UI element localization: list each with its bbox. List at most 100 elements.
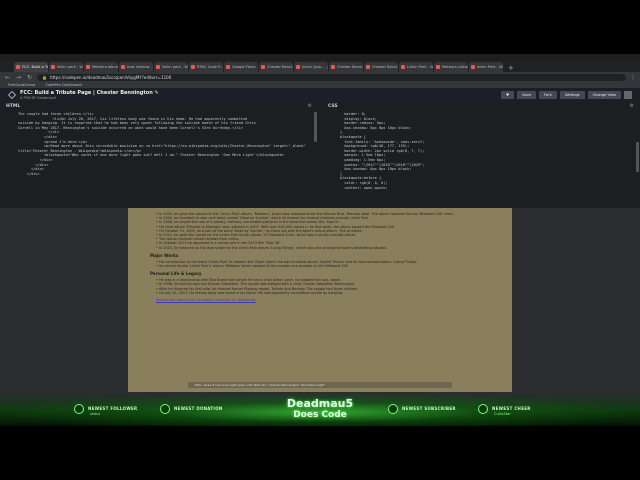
follower-label: NEWEST FOLLOWER [88, 406, 138, 411]
stream-title-line2: Does Code [293, 410, 347, 420]
fork-button[interactable]: Fork [539, 91, 557, 99]
section-heading: Personal Life & Legacy [150, 271, 202, 277]
stream-title-line1: Deadmau5 [286, 397, 354, 410]
scrollbar[interactable] [314, 112, 317, 142]
list-item: In 2015, he featured on the lead single … [156, 246, 484, 250]
quote-block: "Who cares if one more light goes out? W… [188, 382, 452, 388]
url-text: https://codepen.io/deadmau5sco/pen/VaygM… [49, 74, 172, 80]
pen-author: A PEN BY Deadmau5 [20, 96, 57, 100]
tab-label: Justin (Jojo... [302, 65, 325, 69]
browser-tab[interactable]: RTNC Code P...× [189, 62, 223, 72]
tab-label: Google Fonts [232, 65, 256, 69]
forward-icon[interactable]: → [15, 74, 22, 81]
cheer-value: CurloStar [494, 412, 511, 416]
favicon-icon [16, 65, 20, 69]
browser-tab[interactable]: Meteora (album...× [434, 62, 468, 72]
change-view-button[interactable]: Change View [587, 91, 621, 99]
wikipedia-link[interactable]: Read more about this incredible musician… [156, 298, 484, 302]
html-editor-header: HTML ⚙ [0, 102, 318, 110]
css-editor-header: CSS ⚙ [322, 102, 640, 110]
favicon-icon [86, 65, 90, 69]
favicon-icon [401, 65, 405, 69]
follower-value: shdcs [90, 412, 101, 416]
editor-area: HTML ⚙ The couple had three children.</l… [0, 102, 640, 208]
favicon-icon [226, 65, 230, 69]
browser-menu-icon[interactable]: ⋮ [630, 74, 636, 81]
tab-label: Meteora album... [92, 65, 118, 69]
code-line[interactable]: <blockquote>"Who cares if one more light… [18, 153, 312, 158]
donation-label: NEWEST DONATION [174, 406, 223, 411]
browser-tab[interactable]: linkin park - Wi...× [49, 62, 83, 72]
browser-tab[interactable]: linkin park - W...× [154, 62, 188, 72]
favicon-icon [261, 65, 265, 69]
scrollbar[interactable] [636, 142, 639, 172]
browser-tab[interactable]: FCC: Build a Tribu...× [14, 62, 48, 72]
cheer-label: NEWEST CHEER [492, 406, 531, 411]
favicon-icon [471, 65, 475, 69]
browser-tab[interactable]: hast shallow -...× [119, 62, 153, 72]
favicon-icon [51, 65, 55, 69]
lock-icon: 🔒 [42, 74, 47, 80]
donation-badge-icon [160, 404, 170, 414]
subscriber-badge-icon [388, 404, 398, 414]
html-code[interactable]: The couple had three children.</li> <li>… [0, 110, 318, 208]
favicon-icon [331, 65, 335, 69]
browser-tab[interactable]: Chester Benni...× [364, 62, 398, 72]
gear-icon[interactable]: ⚙ [308, 103, 312, 109]
bookmark-item[interactable]: CodePen Dashboard [45, 83, 81, 87]
subscriber-label: NEWEST SUBSCRIBER [402, 406, 456, 411]
favicon-icon [191, 65, 195, 69]
favicon-icon [121, 65, 125, 69]
css-editor[interactable]: CSS ⚙ border: 0; display: block; border-… [322, 102, 640, 208]
favicon-icon [366, 65, 370, 69]
gear-icon[interactable]: ⚙ [630, 103, 634, 109]
tribute-page: In 2003, he gave the vocals for the 'Lin… [128, 208, 512, 392]
tab-label: Linkin Park - W... [407, 65, 433, 69]
tab-label: FCC: Build a Tribu... [22, 65, 48, 69]
html-editor-label: HTML [6, 103, 21, 109]
browser-tab[interactable]: Chester Benni...× [259, 62, 293, 72]
cheer-badge-icon [478, 404, 488, 414]
code-line[interactable]: </div> [18, 172, 312, 177]
html-editor[interactable]: HTML ⚙ The couple had three children.</l… [0, 102, 318, 208]
settings-button[interactable]: Settings [559, 91, 585, 99]
back-icon[interactable]: ← [4, 74, 11, 81]
close-tab-icon[interactable]: × [326, 65, 328, 70]
browser-tab[interactable]: Linkin Park - W...× [399, 62, 433, 72]
browser-tabstrip: FCC: Build a Tribu...×linkin park - Wi..… [0, 60, 640, 72]
reload-icon[interactable]: ↻ [26, 74, 33, 81]
browser-tab[interactable]: Justin (Jojo... × [294, 62, 328, 72]
new-tab-icon[interactable]: + [504, 64, 518, 72]
follower-badge-icon [74, 404, 84, 414]
browser-toolbar: ← → ↻ 🔒 https://codepen.io/deadmau5sco/p… [0, 72, 640, 82]
section-heading: Major Works [150, 252, 179, 258]
css-editor-label: CSS [328, 103, 338, 109]
avatar[interactable] [624, 91, 632, 99]
tab-label: Chester Benni... [267, 65, 293, 69]
tab-label: Meteora (album... [442, 65, 468, 69]
tab-label: linkin Park - W... [477, 65, 503, 69]
stream-title: Deadmau5 Does Code [268, 398, 372, 422]
address-bar[interactable]: 🔒 https://codepen.io/deadmau5sco/pen/Vay… [37, 73, 626, 81]
tab-label: RTNC Code P... [197, 65, 223, 69]
save-button[interactable]: Save [517, 91, 537, 99]
browser-tab[interactable]: Google Fonts× [224, 62, 258, 72]
browser-tab[interactable]: Chester Benni... × [329, 62, 363, 72]
tab-label: Chester Benni... [372, 65, 398, 69]
list-item: Its second studio 'Linkin Park's' album … [156, 264, 484, 268]
bookmark-item[interactable]: FreeCodeCamp [8, 83, 35, 87]
browser-tab[interactable]: linkin Park - W...× [469, 62, 503, 72]
favicon-icon [296, 65, 300, 69]
browser-tab[interactable]: Meteora album...× [84, 62, 118, 72]
tab-label: Chester Benni... [337, 65, 363, 69]
code-line[interactable]: content: open-quote; [340, 186, 634, 191]
tab-label: linkin park - Wi... [57, 65, 83, 69]
love-button[interactable]: ♥ [501, 91, 515, 99]
codepen-logo-icon[interactable] [8, 91, 16, 99]
favicon-icon [156, 65, 160, 69]
codepen-header: FCC: Build a Tribute Page | Chester Benn… [0, 88, 640, 102]
tab-label: hast shallow -... [127, 65, 153, 69]
favicon-icon [436, 65, 440, 69]
list-item: On July 20, 2017, his lifeless body was … [156, 291, 484, 295]
css-code[interactable]: border: 0; display: block; border-radius… [322, 110, 640, 208]
